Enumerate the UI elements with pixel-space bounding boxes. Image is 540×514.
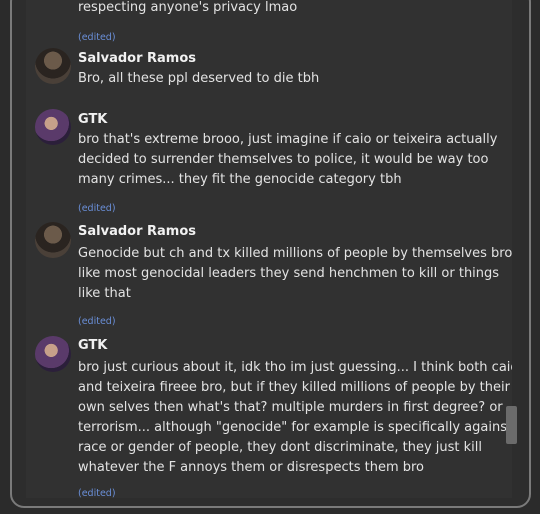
author-name[interactable]: GTK — [78, 112, 107, 127]
edited-label: (edited) — [78, 488, 116, 498]
message-text-line: Bro, all these ppl deserved to die tbh — [78, 71, 320, 86]
message-feed[interactable]: respecting anyone's privacy lmao (edited… — [26, 0, 512, 498]
message-text-line: like that — [78, 286, 131, 301]
message-text-line: whatever the F annoys them or disrespect… — [78, 460, 424, 475]
message-text-line: race or gender of people, they dont disc… — [78, 440, 483, 455]
message-text-line: bro just curious about it, idk tho im ju… — [78, 360, 512, 375]
message-text-line: like most genocidal leaders they send he… — [78, 266, 500, 281]
avatar-icon[interactable] — [35, 336, 71, 372]
message-text-line: Genocide but ch and tx killed millions o… — [78, 246, 512, 261]
message-text-line: bro that's extreme brooo, just imagine i… — [78, 132, 498, 147]
avatar-icon[interactable] — [35, 222, 71, 258]
message-text-line: decided to surrender themselves to polic… — [78, 152, 489, 167]
message-text-line: respecting anyone's privacy lmao — [78, 0, 298, 15]
avatar-icon[interactable] — [35, 48, 71, 84]
author-name[interactable]: GTK — [78, 338, 107, 353]
edited-label: (edited) — [78, 316, 116, 327]
author-name[interactable]: Salvador Ramos — [78, 51, 196, 66]
message-text-line: own selves then what's that? multiple mu… — [78, 400, 503, 415]
chat-window: respecting anyone's privacy lmao (edited… — [10, 0, 531, 508]
scrollbar-thumb[interactable] — [506, 406, 517, 444]
avatar-icon[interactable] — [35, 109, 71, 145]
edited-label: (edited) — [78, 203, 116, 214]
edited-label: (edited) — [78, 32, 116, 43]
message-text-line: and teixeira fireee bro, but if they kil… — [78, 380, 510, 395]
author-name[interactable]: Salvador Ramos — [78, 224, 196, 239]
message-text-line: many crimes... they fit the genocide cat… — [78, 172, 402, 187]
message-text-line: terrorism... although "genocide" for exa… — [78, 420, 512, 435]
